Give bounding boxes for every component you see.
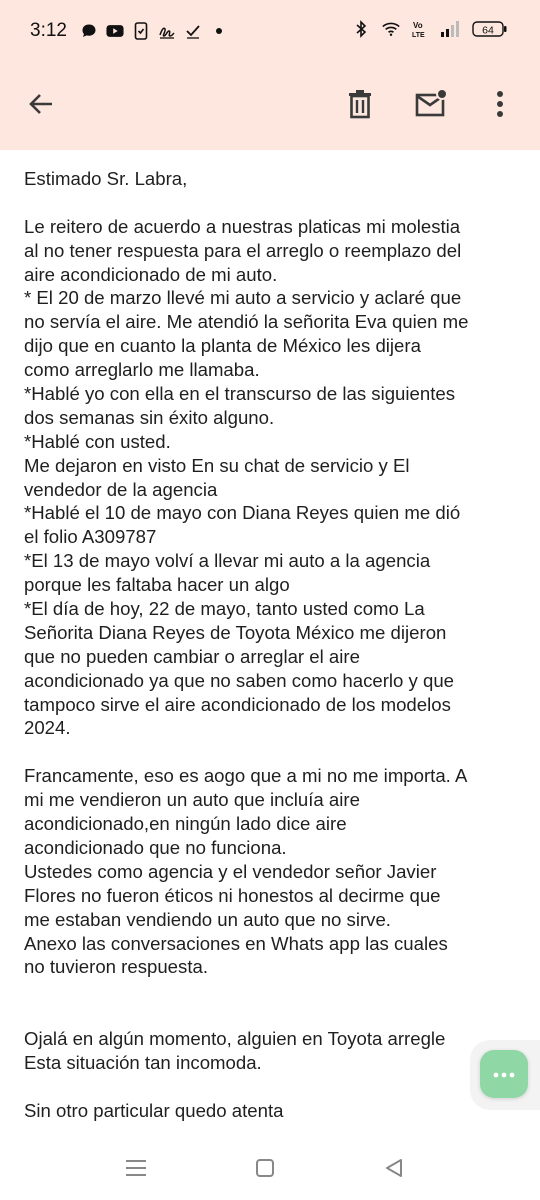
email-line: no servía el aire. Me atendió la señorit… [24, 311, 469, 333]
email-line [24, 1003, 524, 1027]
navigation-bar [0, 1140, 540, 1200]
email-line: Esta situación tan incomoda. [24, 1051, 262, 1073]
signal-icon [440, 20, 460, 38]
notification-icons [80, 22, 228, 40]
status-bar: 3:12 Vo LTE 64 [0, 0, 540, 62]
bluetooth-icon [352, 20, 370, 38]
email-line: * El 20 de marzo llevé mi auto a servici… [24, 287, 462, 309]
svg-text:LTE: LTE [412, 32, 425, 38]
email-line: *Hablé el 10 de mayo con Diana Reyes qui… [24, 502, 461, 524]
back-icon [384, 1158, 404, 1183]
phone-check-icon [132, 22, 150, 40]
email-line: dijo que en cuanto la planta de México l… [24, 335, 421, 357]
email-line: no tuvieron respuesta. [24, 956, 208, 978]
delete-button[interactable] [336, 82, 384, 130]
more-vert-icon [496, 90, 504, 123]
email-line: acondicionado ya que no saben como hacer… [24, 669, 455, 691]
email-line: como arreglarlo me llamaba. [24, 359, 260, 381]
email-line [24, 740, 524, 764]
recents-button[interactable] [121, 1155, 151, 1185]
signature-icon [158, 22, 176, 40]
email-line: porque les faltaba hacer un algo [24, 574, 290, 596]
email-line: *El día de hoy, 22 de mayo, tanto usted … [24, 598, 425, 620]
email-line: al no tener respuesta para el arreglo o … [24, 239, 462, 261]
email-line: Me dejaron en visto En su chat de servic… [24, 454, 410, 476]
email-line: que no pueden cambiar o arreglar el aire [24, 645, 360, 667]
email-line: *Hablé yo con ella en el transcurso de l… [24, 383, 456, 405]
email-line: Francamente, eso es aogo que a mi no me … [24, 765, 468, 787]
email-line: Señorita Diana Reyes de Toyota México me… [24, 621, 447, 643]
email-line: *Hablé con usted. [24, 430, 171, 452]
home-button[interactable] [250, 1155, 280, 1185]
recents-icon [125, 1158, 147, 1183]
svg-text:Vo: Vo [413, 21, 423, 30]
dot-icon [210, 22, 228, 40]
email-line: 2024. [24, 717, 71, 739]
email-line: me estaban vendiendo un auto que no sirv… [24, 908, 391, 930]
email-line: Estimado Sr. Labra, [24, 168, 188, 189]
email-line [24, 979, 524, 1003]
email-line: *El 13 de mayo volví a llevar mi auto a … [24, 550, 431, 572]
youtube-icon [106, 22, 124, 40]
more-options-button[interactable] [476, 82, 524, 130]
email-body: Estimado Sr. Labra, Le reitero de acuerdo… [24, 167, 524, 1123]
check-icon [184, 22, 202, 40]
email-line [24, 191, 524, 215]
system-icons: Vo LTE 64 [352, 20, 508, 38]
mark-unread-icon [415, 87, 449, 124]
email-line: aire acondicionado de mi auto. [24, 263, 278, 285]
back-nav-button[interactable] [379, 1155, 409, 1185]
email-line: Anexo las conversaciones en Whats app la… [24, 932, 448, 954]
email-line: acondicionado que no funciona. [24, 836, 287, 858]
email-line: vendedor de la agencia [24, 478, 218, 500]
email-line: Le reitero de acuerdo a nuestras platica… [24, 215, 461, 237]
email-line: Ustedes como agencia y el vendedor señor… [24, 860, 437, 882]
battery-icon: 64 [472, 20, 508, 38]
email-line: Ojalá en algún momento, alguien en Toyot… [24, 1028, 446, 1050]
mark-unread-button[interactable] [408, 82, 456, 130]
home-icon [255, 1158, 275, 1183]
email-line: Flores no fueron éticos ni honestos al d… [24, 884, 441, 906]
email-line [24, 1075, 524, 1099]
email-line: mi me vendieron un auto que incluía aire [24, 789, 360, 811]
battery-level: 64 [482, 25, 494, 37]
back-button[interactable] [17, 82, 65, 130]
quick-actions-button[interactable] [480, 1050, 528, 1098]
email-line: tampoco sirve el aire acondicionado de l… [24, 693, 451, 715]
more-horiz-icon [493, 1065, 515, 1083]
back-arrow-icon [27, 90, 55, 123]
volte-icon: Vo LTE [412, 20, 428, 38]
chat-bubble-icon [80, 22, 98, 40]
status-time: 3:12 [30, 20, 67, 41]
trash-icon [346, 89, 374, 124]
email-line: acondicionado,en ningún lado dice aire [24, 813, 347, 835]
email-line: dos semanas sin éxito alguno. [24, 406, 275, 428]
email-line: Sin otro particular quedo atenta [24, 1099, 284, 1121]
email-toolbar [0, 62, 540, 150]
wifi-icon [382, 20, 400, 38]
email-line: el folio A309787 [24, 526, 157, 548]
